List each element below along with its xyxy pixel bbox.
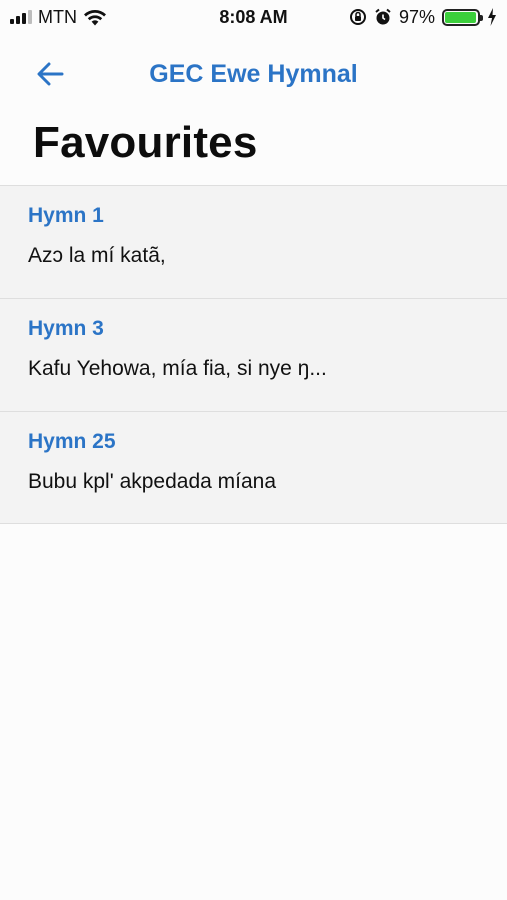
list-item[interactable]: Hymn 25 Bubu kpl' akpedada míana <box>0 411 507 524</box>
battery-percent: 97% <box>398 6 435 27</box>
hymn-number: Hymn 3 <box>28 317 104 340</box>
battery-icon <box>442 8 483 26</box>
hymn-first-line: Azɔ la mí katã, <box>28 244 166 267</box>
hymn-first-line: Kafu Yehowa, mía fia, si nye ŋ... <box>28 357 327 380</box>
navigation-bar: GEC Ewe Hymnal <box>0 40 507 106</box>
battery-level <box>445 11 477 23</box>
hymn-number: Hymn 1 <box>28 204 104 227</box>
carrier-name: MTN <box>38 6 77 27</box>
favourites-list: Hymn 1 Azɔ la mí katã, Hymn 3 Kafu Yehow… <box>0 185 507 524</box>
charging-bolt-icon <box>488 8 496 26</box>
signal-strength-icon <box>10 10 32 24</box>
nav-title: GEC Ewe Hymnal <box>149 60 358 88</box>
status-bar: MTN 8:08 AM 97% <box>0 0 507 34</box>
wifi-icon <box>84 9 106 26</box>
status-right: 97% <box>349 7 497 28</box>
status-left: MTN <box>10 7 107 28</box>
hymn-first-line: Bubu kpl' akpedada míana <box>28 470 277 493</box>
screen: MTN 8:08 AM 97% GEC Ewe Hymnal Favourite… <box>0 0 507 900</box>
hymn-number: Hymn 25 <box>28 430 116 453</box>
page-title: Favourites <box>33 118 258 167</box>
alarm-clock-icon <box>375 8 391 25</box>
list-item[interactable]: Hymn 3 Kafu Yehowa, mía fia, si nye ŋ... <box>0 298 507 411</box>
orientation-lock-icon <box>349 9 366 25</box>
list-item[interactable]: Hymn 1 Azɔ la mí katã, <box>0 185 507 298</box>
